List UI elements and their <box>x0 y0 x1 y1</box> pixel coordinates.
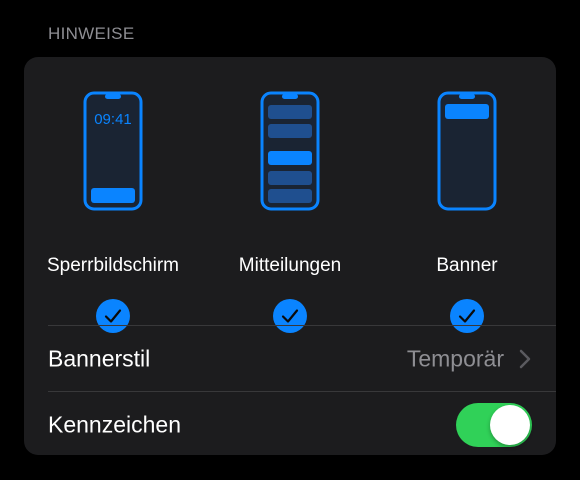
alert-style-row: 09:41 Sperrbildschirm Mitteilungen Banne… <box>24 57 556 333</box>
checkmark-icon <box>281 309 299 323</box>
section-header: HINWEISE <box>48 24 135 43</box>
lock-screen-phone-icon: 09:41 <box>83 91 143 211</box>
toggle-knob <box>490 405 530 445</box>
checkmark-icon <box>458 309 476 323</box>
alert-option-banner[interactable]: Banner <box>387 91 547 333</box>
checkmark-icon <box>104 309 122 323</box>
alert-label-notification-center: Mitteilungen <box>238 255 342 276</box>
banner-style-value: Temporär <box>406 345 504 372</box>
badges-toggle[interactable] <box>456 403 532 447</box>
badges-label: Kennzeichen <box>48 411 181 438</box>
alerts-card: 09:41 Sperrbildschirm Mitteilungen Banne… <box>24 57 556 455</box>
chevron-right-icon <box>519 349 531 369</box>
divider <box>48 325 556 326</box>
alert-label-lock-screen: Sperrbildschirm <box>47 255 179 276</box>
alert-label-banner: Banner <box>436 255 498 276</box>
banner-phone-icon <box>437 91 497 211</box>
banner-style-label: Bannerstil <box>48 345 151 372</box>
lock-screen-time: 09:41 <box>94 111 132 128</box>
notification-center-phone-icon <box>260 91 320 211</box>
divider <box>48 391 556 392</box>
badges-row: Kennzeichen <box>24 393 556 455</box>
alert-option-lock-screen[interactable]: 09:41 Sperrbildschirm <box>33 91 193 333</box>
alert-option-notification-center[interactable]: Mitteilungen <box>210 91 370 333</box>
banner-style-row[interactable]: Bannerstil Temporär <box>24 327 556 391</box>
